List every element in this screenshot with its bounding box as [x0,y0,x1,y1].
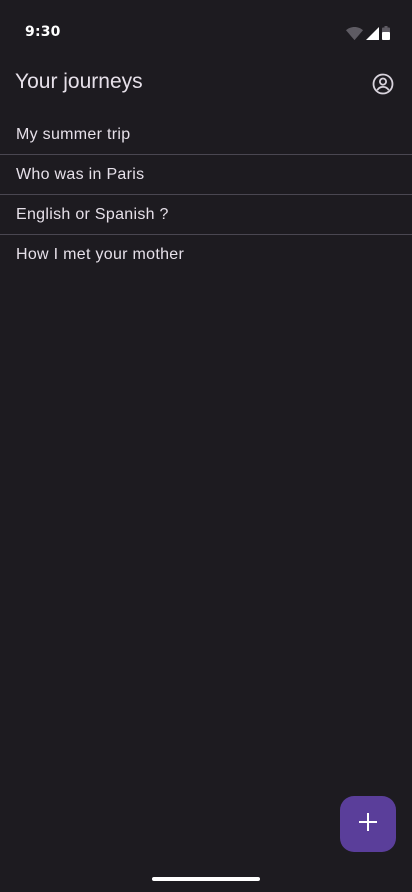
battery-icon [382,26,390,40]
journey-item[interactable]: My summer trip [0,115,412,155]
journey-title: My summer trip [16,126,131,143]
journey-list: My summer trip Who was in Paris English … [0,115,412,275]
status-bar: 9:30 [0,0,412,64]
page-title: Your journeys [15,70,143,93]
home-indicator[interactable] [152,877,260,881]
journey-title: How I met your mother [16,246,185,263]
journey-title: Who was in Paris [16,166,145,183]
add-icon [358,812,378,837]
account-circle-icon[interactable] [372,73,394,95]
journey-item[interactable]: English or Spanish ? [0,195,412,235]
journey-title: English or Spanish ? [16,206,169,223]
journey-item[interactable]: Who was in Paris [0,155,412,195]
status-time: 9:30 [25,24,61,40]
app-bar: Your journeys [0,62,412,106]
signal-icon [366,26,379,40]
journey-item[interactable]: How I met your mother [0,235,412,275]
status-icons [346,26,390,40]
add-journey-button[interactable] [340,796,396,852]
wifi-icon [346,26,363,40]
